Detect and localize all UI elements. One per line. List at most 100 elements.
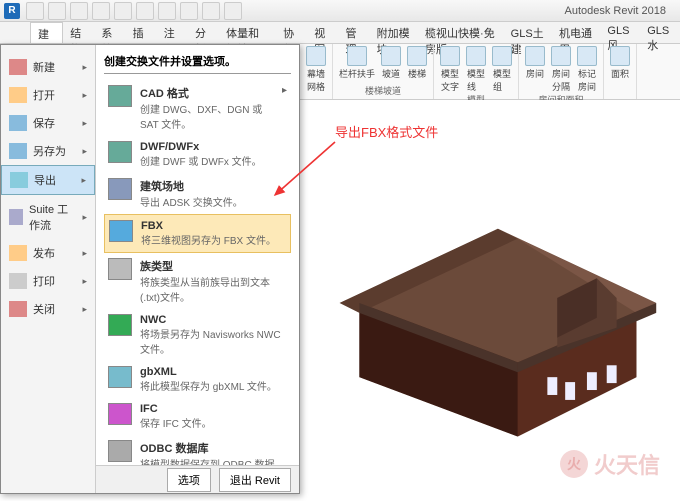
qat-button[interactable] bbox=[26, 2, 44, 20]
ribbon-button[interactable]: 面积 bbox=[610, 46, 630, 80]
file-menu-item-label: 另存为 bbox=[33, 143, 66, 159]
export-item-icon bbox=[108, 258, 132, 280]
export-item-icon bbox=[108, 440, 132, 462]
ribbon-button[interactable]: 模型 组 bbox=[492, 46, 512, 93]
ribbon-button-icon bbox=[551, 46, 571, 66]
ribbon-tab[interactable]: 注释 bbox=[157, 22, 188, 43]
export-item-desc: 将此模型保存为 gbXML 文件。 bbox=[140, 378, 277, 393]
ribbon-tab[interactable]: 附加模块 bbox=[370, 22, 418, 43]
chevron-right-icon: ▸ bbox=[82, 62, 87, 73]
qat-button[interactable] bbox=[224, 2, 242, 20]
exit-button[interactable]: 退出 Revit bbox=[219, 468, 291, 492]
export-item-icon bbox=[109, 220, 133, 242]
file-menu-item-icon bbox=[9, 87, 27, 103]
export-item[interactable]: 族类型将族类型从当前族导出到文本(.txt)文件。 bbox=[104, 253, 291, 309]
ribbon-button-icon bbox=[577, 46, 597, 66]
file-menu-item[interactable]: Suite 工作流▸ bbox=[1, 195, 95, 239]
file-menu-item[interactable]: 新建▸ bbox=[1, 53, 95, 81]
export-item-icon bbox=[108, 85, 132, 107]
ribbon-tab[interactable]: 建筑 bbox=[30, 22, 63, 43]
ribbon-button-icon bbox=[610, 46, 630, 66]
ribbon-button-icon bbox=[525, 46, 545, 66]
ribbon-button[interactable]: 栏杆扶手 bbox=[339, 46, 375, 80]
ribbon-tab[interactable]: 结构 bbox=[63, 22, 94, 43]
ribbon-button[interactable]: 模型 线 bbox=[466, 46, 486, 93]
title-bar: R Autodesk Revit 2018 bbox=[0, 0, 680, 22]
ribbon-button-label: 幕墙 网格 bbox=[307, 67, 325, 93]
qat-button[interactable] bbox=[202, 2, 220, 20]
export-item[interactable]: FBX将三维视图另存为 FBX 文件。 bbox=[104, 214, 291, 253]
export-item-icon bbox=[108, 403, 132, 425]
export-item[interactable]: DWF/DWFx创建 DWF 或 DWFx 文件。 bbox=[104, 136, 291, 173]
file-menu-item-icon bbox=[9, 245, 27, 261]
ribbon-tab[interactable]: 管理 bbox=[338, 22, 369, 43]
export-item-title: 族类型 bbox=[140, 258, 287, 274]
ribbon-tab[interactable]: 插入 bbox=[126, 22, 157, 43]
export-item-title: 建筑场地 bbox=[140, 178, 243, 194]
file-menu-item-icon bbox=[9, 209, 23, 225]
ribbon-tab[interactable]: 体量和场地 bbox=[219, 22, 276, 43]
qat-button[interactable] bbox=[92, 2, 110, 20]
ribbon-tab[interactable]: 协作 bbox=[276, 22, 307, 43]
ribbon-tab[interactable]: 系统 bbox=[94, 22, 125, 43]
ribbon-button[interactable]: 幕墙 网格 bbox=[306, 46, 326, 93]
ribbon-button-label: 房间 bbox=[526, 67, 544, 80]
file-menu-footer: 选项 退出 Revit bbox=[96, 465, 299, 493]
ribbon-tab[interactable]: 机电通用 bbox=[552, 22, 600, 43]
ribbon-button[interactable]: 模型 文字 bbox=[440, 46, 460, 93]
ribbon-tab[interactable]: 榄视山快模·免房版 bbox=[418, 22, 504, 43]
qat-button[interactable] bbox=[158, 2, 176, 20]
ribbon-button[interactable]: 房间 分隔 bbox=[551, 46, 571, 93]
export-item[interactable]: IFC保存 IFC 文件。 bbox=[104, 398, 291, 435]
qat-button[interactable] bbox=[70, 2, 88, 20]
file-menu-item-icon bbox=[10, 172, 28, 188]
qat-button[interactable] bbox=[114, 2, 132, 20]
qat-button[interactable] bbox=[136, 2, 154, 20]
ribbon-group: 栏杆扶手坡道楼梯楼梯坡道 bbox=[333, 44, 434, 99]
ribbon-button[interactable]: 标记 房间 bbox=[577, 46, 597, 93]
export-item-icon bbox=[108, 141, 132, 163]
app-logo-icon[interactable]: R bbox=[4, 3, 20, 19]
export-item-desc: 创建 DWG、DXF、DGN 或 SAT 文件。 bbox=[140, 101, 274, 131]
chevron-right-icon: ▸ bbox=[82, 118, 87, 129]
export-item[interactable]: 建筑场地导出 ADSK 交换文件。 bbox=[104, 173, 291, 214]
file-menu-item-label: 导出 bbox=[34, 172, 56, 188]
file-menu-item[interactable]: 打开▸ bbox=[1, 81, 95, 109]
export-item-title: CAD 格式 bbox=[140, 85, 274, 101]
ribbon-button-label: 房间 分隔 bbox=[552, 67, 570, 93]
file-menu-item[interactable]: 打印▸ bbox=[1, 267, 95, 295]
options-button[interactable]: 选项 bbox=[167, 468, 211, 492]
ribbon-button-label: 模型 组 bbox=[493, 67, 511, 93]
ribbon-button-label: 栏杆扶手 bbox=[339, 67, 375, 80]
export-item-title: FBX bbox=[141, 220, 276, 232]
ribbon-button[interactable]: 楼梯 bbox=[407, 46, 427, 80]
export-item-desc: 创建 DWF 或 DWFx 文件。 bbox=[140, 153, 262, 168]
ribbon-button-label: 面积 bbox=[611, 67, 629, 80]
ribbon-tab[interactable]: GLS风 bbox=[600, 22, 640, 43]
export-item-title: gbXML bbox=[140, 366, 277, 378]
3d-viewport[interactable] bbox=[300, 100, 676, 496]
file-menu-item[interactable]: 发布▸ bbox=[1, 239, 95, 267]
file-menu-item[interactable]: 导出 ▸ bbox=[1, 165, 95, 195]
file-menu-item[interactable]: 关闭▸ bbox=[1, 295, 95, 323]
chevron-right-icon: ▸ bbox=[282, 85, 287, 131]
ribbon-tab[interactable]: 视图 bbox=[307, 22, 338, 43]
ribbon-button[interactable]: 房间 bbox=[525, 46, 545, 93]
file-menu-item[interactable]: 保存 ▸ bbox=[1, 109, 95, 137]
export-item[interactable]: gbXML将此模型保存为 gbXML 文件。 bbox=[104, 361, 291, 398]
ribbon-button[interactable]: 坡道 bbox=[381, 46, 401, 80]
ribbon-tab[interactable]: GLS土建 bbox=[504, 22, 552, 43]
qat-button[interactable] bbox=[48, 2, 66, 20]
qat-button[interactable] bbox=[180, 2, 198, 20]
export-item-title: IFC bbox=[140, 403, 212, 415]
file-menu-item-label: 保存 bbox=[33, 115, 55, 131]
export-item[interactable]: CAD 格式创建 DWG、DXF、DGN 或 SAT 文件。 ▸ bbox=[104, 80, 291, 136]
watermark-text: 火天信 bbox=[594, 448, 660, 480]
file-menu-item[interactable]: 另存为▸ bbox=[1, 137, 95, 165]
file-menu-item-icon bbox=[9, 115, 27, 131]
export-item[interactable]: NWC将场景另存为 Navisworks NWC 文件。 bbox=[104, 309, 291, 361]
ribbon-button-icon bbox=[306, 46, 326, 66]
ribbon-tab[interactable]: 分析 bbox=[188, 22, 219, 43]
chevron-right-icon: ▸ bbox=[81, 175, 86, 186]
ribbon-tab[interactable]: GLS水 bbox=[640, 22, 680, 43]
